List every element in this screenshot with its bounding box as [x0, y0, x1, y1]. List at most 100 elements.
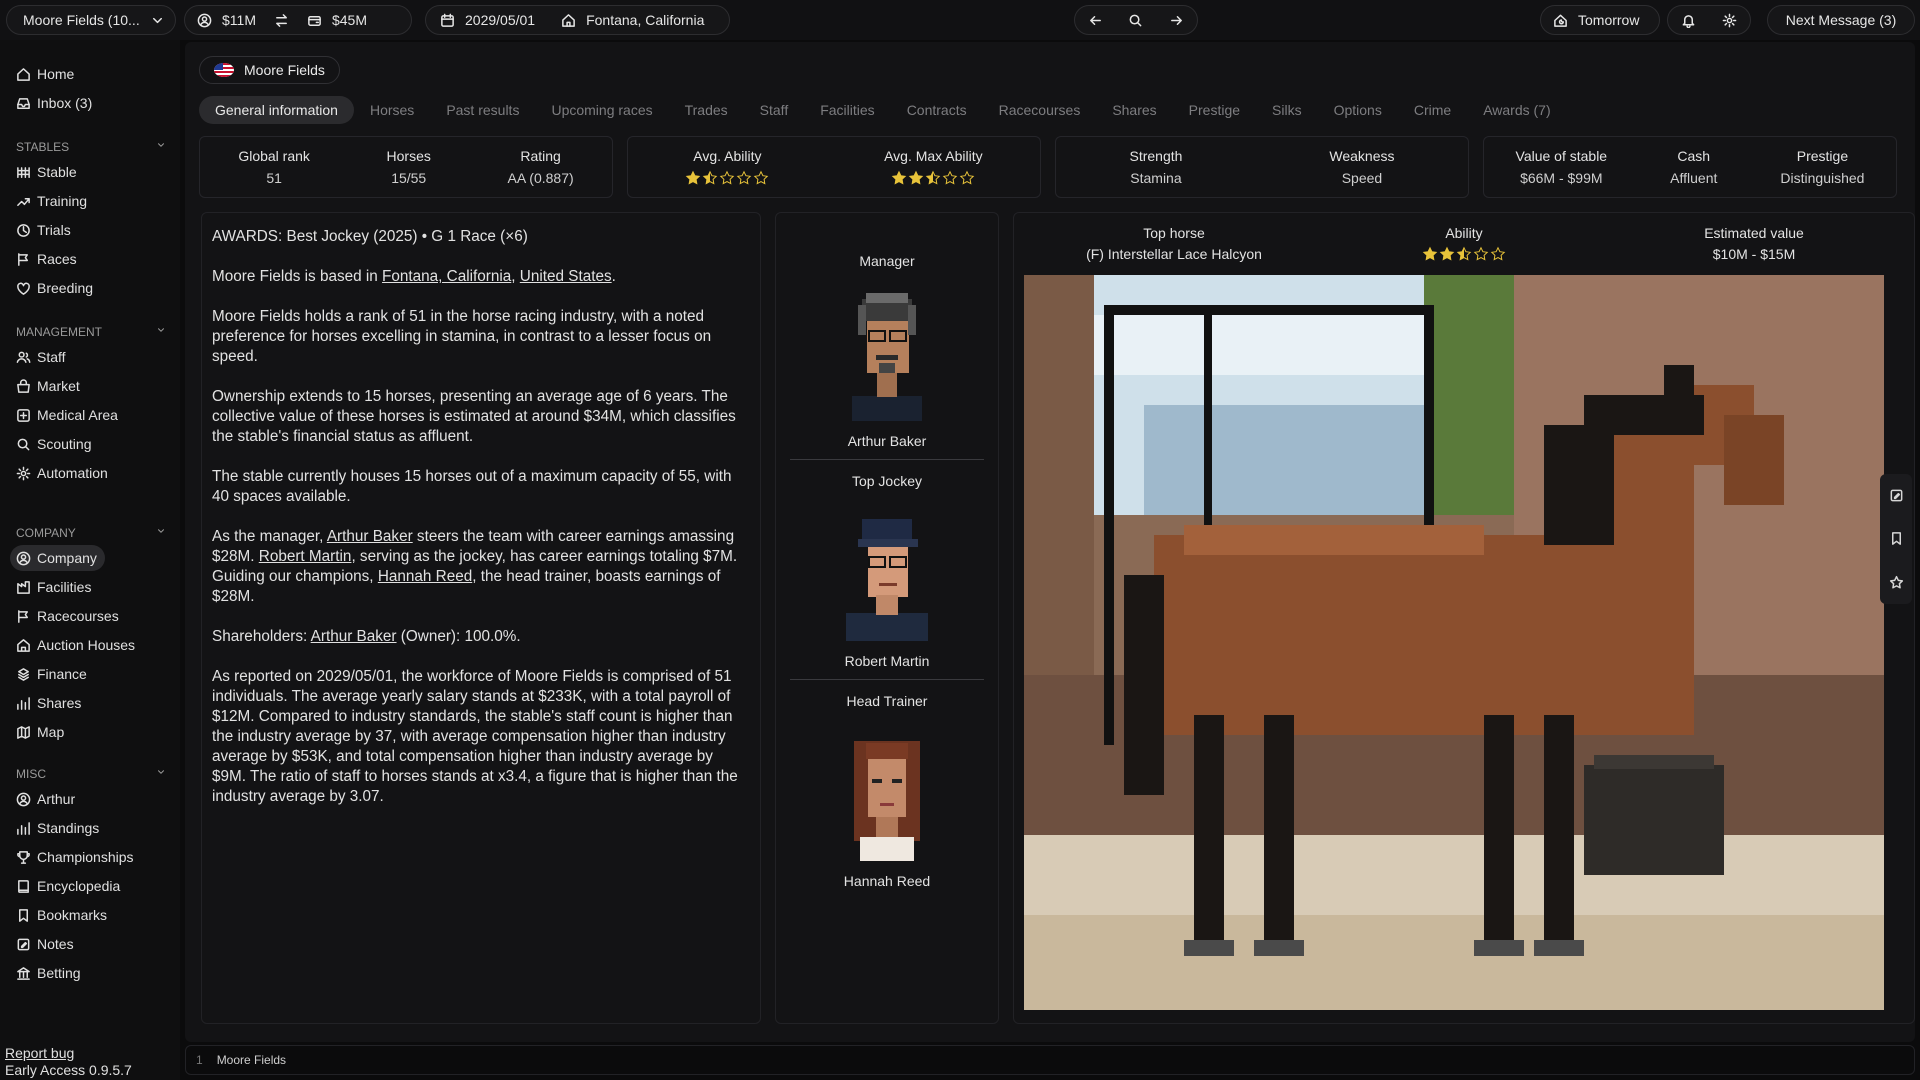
- breadcrumb[interactable]: Moore Fields: [217, 1053, 286, 1067]
- sidebar-item-staff[interactable]: Staff: [10, 344, 74, 370]
- star-icon: [892, 170, 907, 185]
- sidebar-item-bookmarks[interactable]: Bookmarks: [10, 902, 115, 928]
- sidebar-item-home[interactable]: Home: [10, 61, 82, 87]
- stable-value-stat: Value of stable $66M - $99M: [1515, 148, 1608, 186]
- sidebar-item-market[interactable]: Market: [10, 373, 88, 399]
- tab-prestige[interactable]: Prestige: [1173, 96, 1256, 124]
- jockey-portrait: [846, 519, 928, 641]
- sidebar-item-championships[interactable]: Championships: [10, 844, 142, 870]
- inbox-icon: [17, 97, 30, 109]
- top-horse-panel: Top horse (F) Interstellar Lace Halcyon …: [1013, 212, 1915, 1024]
- gear-icon[interactable]: [1722, 13, 1737, 28]
- edit-note-icon[interactable]: [1889, 488, 1904, 503]
- sidebar-item-label: Shares: [37, 695, 82, 711]
- tab-crime[interactable]: Crime: [1398, 96, 1467, 124]
- calendar-icon: [441, 13, 454, 27]
- prestige-stat: Prestige Distinguished: [1780, 148, 1865, 186]
- owner-link[interactable]: Arthur Baker: [311, 628, 397, 645]
- star-icon: [686, 170, 701, 185]
- strength-card: Strength Stamina Weakness Speed: [1055, 136, 1469, 198]
- star-icon: [960, 170, 975, 185]
- chevron-down-icon: [158, 770, 164, 774]
- report-bug-link[interactable]: Report bug: [5, 1045, 74, 1061]
- advance-day-button[interactable]: Tomorrow: [1540, 5, 1660, 35]
- sidebar-item-finance[interactable]: Finance: [10, 661, 95, 687]
- jockey-card[interactable]: Top Jockey Robert Martin: [790, 473, 984, 669]
- sidebar-item-notes[interactable]: Notes: [10, 931, 82, 957]
- tab-upcoming-races[interactable]: Upcoming races: [535, 96, 668, 124]
- sidebar-item-breeding[interactable]: Breeding: [10, 275, 101, 301]
- sidebar-item-trials[interactable]: Trials: [10, 217, 79, 243]
- sidebar-section-management[interactable]: MANAGEMENT: [16, 325, 166, 339]
- tab-options[interactable]: Options: [1318, 96, 1398, 124]
- tab-silks[interactable]: Silks: [1256, 96, 1318, 124]
- sidebar-section-company[interactable]: COMPANY: [16, 526, 166, 540]
- manager-link[interactable]: Arthur Baker: [327, 528, 413, 545]
- sidebar-section-stables[interactable]: STABLES: [16, 140, 166, 154]
- sidebar-item-automation[interactable]: Automation: [10, 460, 116, 486]
- sidebar-item-medical-area[interactable]: Medical Area: [10, 402, 126, 428]
- shares-icon: [17, 696, 30, 710]
- search-icon[interactable]: [1128, 13, 1143, 28]
- sidebar-item-company[interactable]: Company: [10, 545, 105, 571]
- stable-name-chip[interactable]: Moore Fields: [199, 56, 340, 84]
- sidebar-item-scouting[interactable]: Scouting: [10, 431, 99, 457]
- tab-shares[interactable]: Shares: [1096, 96, 1172, 124]
- star-icon[interactable]: [1889, 575, 1904, 590]
- head-trainer-card[interactable]: Head Trainer Hannah Reed: [790, 693, 984, 889]
- breadcrumb-bar: 1 Moore Fields: [185, 1045, 1915, 1075]
- tab-racecourses[interactable]: Racecourses: [983, 96, 1097, 124]
- avg-ability-stat: Avg. Ability: [685, 148, 769, 186]
- tab-past-results[interactable]: Past results: [430, 96, 535, 124]
- sidebar-item-training[interactable]: Training: [10, 188, 95, 214]
- sidebar-item-label: Scouting: [37, 436, 92, 452]
- tab-facilities[interactable]: Facilities: [804, 96, 890, 124]
- date-location[interactable]: 2029/05/01 Fontana, California: [425, 5, 730, 35]
- finance-icon: [18, 667, 29, 681]
- sidebar-item-inbox[interactable]: Inbox (3): [10, 90, 100, 116]
- tab-general-information[interactable]: General information: [199, 96, 354, 124]
- jockey-link[interactable]: Robert Martin: [259, 548, 352, 565]
- chevron-down-icon: [158, 328, 164, 332]
- country-link[interactable]: United States: [520, 268, 612, 285]
- sidebar-item-betting[interactable]: Betting: [10, 960, 89, 986]
- tab-staff[interactable]: Staff: [744, 96, 805, 124]
- star-rating: [685, 170, 769, 186]
- house-moon-icon: [1554, 14, 1567, 27]
- tab-awards[interactable]: Awards (7): [1467, 96, 1566, 124]
- tab-bar: General information Horses Past results Upc…: [199, 96, 1567, 124]
- sidebar-item-stable[interactable]: Stable: [10, 159, 85, 185]
- city-link[interactable]: Fontana, California: [382, 268, 511, 285]
- arrow-left-icon[interactable]: [1088, 13, 1103, 28]
- championships-icon: [17, 850, 30, 864]
- sidebar-item-racecourses[interactable]: Racecourses: [10, 603, 127, 629]
- head-trainer-portrait: [854, 741, 920, 861]
- sidebar-item-races[interactable]: Races: [10, 246, 85, 272]
- next-message-button[interactable]: Next Message (3): [1767, 5, 1915, 35]
- sidebar-item-shares[interactable]: Shares: [10, 690, 89, 716]
- tab-horses[interactable]: Horses: [354, 96, 430, 124]
- sidebar-item-map[interactable]: Map: [10, 719, 72, 745]
- top-horse-name-stat[interactable]: Top horse (F) Interstellar Lace Halcyon: [1054, 225, 1294, 262]
- sidebar-section-misc[interactable]: MISC: [16, 767, 166, 781]
- sidebar: Home Inbox (3) STABLES Stable Training Trials…: [0, 40, 180, 1080]
- staff-icon: [16, 351, 31, 363]
- automation-icon: [16, 466, 31, 480]
- bookmark-icon[interactable]: [1889, 531, 1904, 546]
- manager-card[interactable]: Manager Arthur Baker: [790, 253, 984, 449]
- arrow-right-icon[interactable]: [1169, 13, 1184, 28]
- tab-trades[interactable]: Trades: [669, 96, 744, 124]
- trainer-link[interactable]: Hannah Reed: [378, 568, 472, 585]
- sidebar-item-encyclopedia[interactable]: Encyclopedia: [10, 873, 128, 899]
- sidebar-item-standings[interactable]: Standings: [10, 815, 107, 841]
- bell-icon[interactable]: [1681, 13, 1696, 28]
- stable-selector[interactable]: Moore Fields (10...: [6, 5, 176, 35]
- star-icon: [926, 170, 941, 185]
- wallet-icon: [308, 15, 321, 26]
- sidebar-item-facilities[interactable]: Facilities: [10, 574, 99, 600]
- sidebar-item-auction-houses[interactable]: Auction Houses: [10, 632, 143, 658]
- finance-summary[interactable]: $11M $45M: [184, 5, 412, 35]
- description-shareholders: Shareholders: Arthur Baker (Owner): 100.…: [212, 628, 521, 645]
- sidebar-item-arthur[interactable]: Arthur: [10, 786, 83, 812]
- tab-contracts[interactable]: Contracts: [891, 96, 983, 124]
